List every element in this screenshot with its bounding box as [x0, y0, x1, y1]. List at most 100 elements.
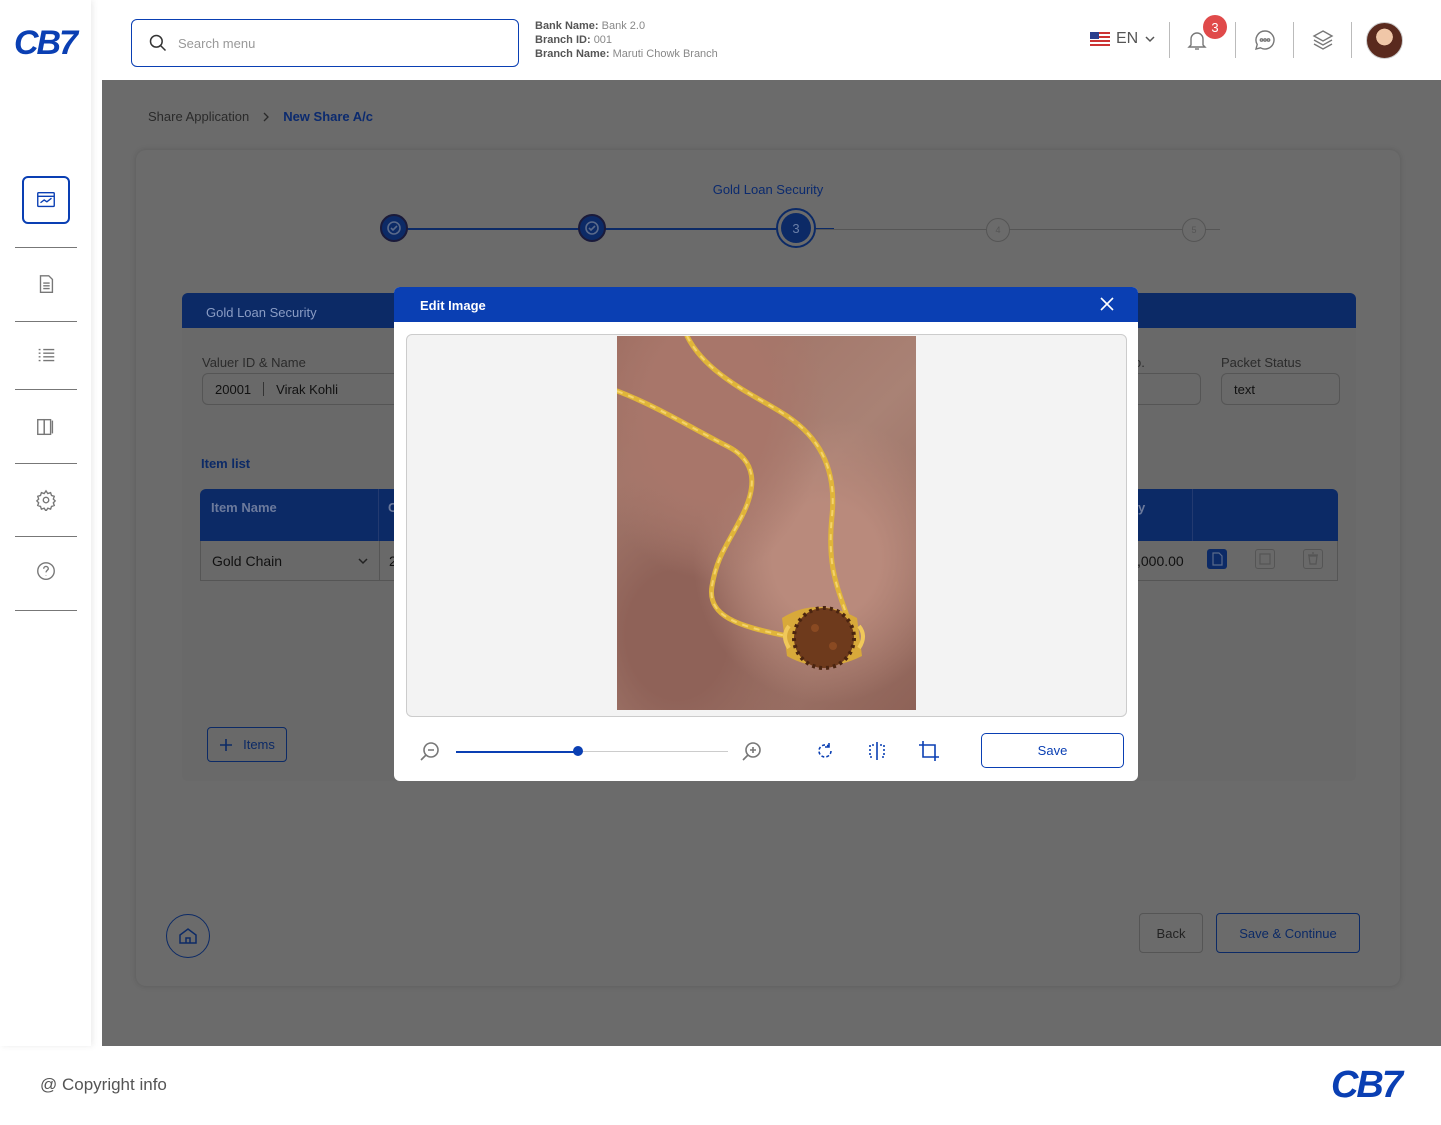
search-box[interactable] — [131, 19, 519, 67]
sidebar-divider — [15, 321, 77, 322]
sidebar-divider — [15, 389, 77, 390]
step-3-number: 3 — [781, 213, 811, 243]
us-flag-icon — [1090, 32, 1110, 46]
language-selector[interactable]: EN — [1090, 30, 1156, 48]
branch-id-label: Branch ID: — [535, 34, 591, 46]
valuer-label: Valuer ID & Name — [202, 355, 306, 370]
app-root: CB7 Bank Name: Ba — [0, 0, 1441, 1125]
bank-info: Bank Name: Bank 2.0 Branch ID: 001 Branc… — [535, 19, 718, 61]
step-5[interactable]: 5 — [1182, 218, 1206, 242]
gold-chain-photo[interactable] — [617, 336, 916, 710]
book-icon — [37, 418, 54, 436]
layers-icon — [1312, 30, 1334, 50]
header-divider — [1169, 22, 1170, 58]
home-button[interactable] — [166, 914, 210, 958]
crop-button[interactable] — [917, 739, 941, 763]
bank-name-value: Bank 2.0 — [601, 20, 646, 32]
sidebar-divider — [15, 536, 77, 537]
sidebar-item-dashboard[interactable] — [15, 170, 77, 230]
zoom-slider-handle[interactable] — [573, 746, 583, 756]
check-icon — [585, 221, 599, 235]
packet-status-field[interactable]: text — [1221, 373, 1340, 405]
search-input[interactable] — [178, 35, 498, 51]
add-items-label: Items — [243, 737, 275, 752]
column-right-header: y — [1138, 500, 1146, 515]
list-icon — [38, 348, 55, 362]
modal-title: Edit Image — [420, 298, 486, 313]
image-toolbar: Save — [394, 727, 1138, 777]
stepper-current-title: Gold Loan Security — [712, 182, 824, 197]
step-1-complete[interactable] — [380, 214, 408, 242]
edit-image-modal: Edit Image Save — [394, 287, 1138, 781]
sidebar-divider — [15, 463, 77, 464]
breadcrumb-parent[interactable]: Share Application — [148, 109, 249, 124]
zoom-slider[interactable] — [456, 746, 728, 756]
item-name-cell[interactable]: Gold Chain — [212, 553, 282, 569]
item-name-header: Item Name — [211, 500, 277, 515]
number-field[interactable] — [1132, 373, 1201, 405]
column-divider — [378, 489, 379, 541]
check-icon — [387, 221, 401, 235]
column-divider — [1192, 489, 1193, 541]
layers-button[interactable] — [1309, 26, 1337, 54]
branch-name-label: Branch Name: — [535, 48, 610, 60]
sidebar: CB7 — [0, 0, 91, 1046]
sidebar-divider — [15, 247, 77, 248]
header-divider — [1235, 22, 1236, 58]
flip-button[interactable] — [865, 739, 889, 763]
sidebar-item-books[interactable] — [15, 397, 77, 457]
step-2-complete[interactable] — [578, 214, 606, 242]
rotate-button[interactable] — [813, 739, 837, 763]
valuer-field[interactable]: 20001 Virak Kohli — [202, 373, 402, 405]
modal-header: Edit Image — [394, 287, 1138, 322]
valuer-name: Virak Kohli — [276, 381, 339, 397]
sidebar-item-help[interactable] — [15, 541, 77, 601]
chevron-down-icon[interactable] — [357, 555, 369, 567]
sidebar-item-documents[interactable] — [15, 254, 77, 314]
branch-id-value: 001 — [593, 34, 613, 46]
close-icon — [1100, 297, 1114, 311]
brand-logo[interactable]: CB7 — [14, 24, 78, 63]
step-3-current[interactable]: 3 — [776, 208, 816, 248]
packet-status-label: Packet Status — [1221, 355, 1302, 370]
back-button[interactable]: Back — [1139, 913, 1203, 953]
chat-icon — [1255, 30, 1275, 50]
save-continue-button[interactable]: Save & Continue — [1216, 913, 1360, 953]
rotate-icon — [818, 743, 832, 758]
view-document-button[interactable] — [1207, 549, 1227, 569]
sidebar-item-settings[interactable] — [15, 470, 77, 530]
modal-save-button[interactable]: Save — [981, 733, 1124, 768]
top-header: Bank Name: Bank 2.0 Branch ID: 001 Branc… — [91, 0, 1441, 80]
delete-button[interactable] — [1303, 549, 1323, 569]
zoom-out-icon — [420, 742, 439, 761]
bank-name-label: Bank Name: — [535, 20, 599, 32]
search-icon — [149, 34, 167, 52]
zoom-in-button[interactable] — [740, 739, 764, 763]
close-button[interactable] — [1098, 295, 1116, 313]
document-icon — [39, 275, 54, 293]
dashboard-icon — [37, 191, 55, 208]
field-separator — [263, 382, 265, 396]
item-list-label: Item list — [201, 456, 251, 471]
image-canvas[interactable] — [406, 334, 1127, 717]
edit-button[interactable] — [1255, 549, 1275, 569]
user-avatar[interactable] — [1366, 22, 1403, 59]
stepper-line-done — [394, 228, 834, 230]
page-footer: @ Copyright info CB7 — [0, 1046, 1441, 1125]
copyright-text: @ Copyright info — [40, 1075, 167, 1094]
breadcrumb: Share Application New Share A/c — [148, 109, 373, 124]
edit-icon — [1259, 553, 1271, 565]
sidebar-divider — [15, 610, 77, 611]
step-4[interactable]: 4 — [986, 218, 1010, 242]
zoom-out-button[interactable] — [418, 739, 442, 763]
add-items-button[interactable]: Items — [207, 727, 287, 762]
home-icon — [179, 928, 197, 944]
header-divider — [1293, 22, 1294, 58]
chat-button[interactable] — [1251, 26, 1279, 54]
help-icon — [37, 562, 55, 580]
flip-icon — [869, 742, 885, 760]
gear-icon — [35, 489, 57, 511]
sidebar-item-list[interactable] — [15, 325, 77, 385]
stepper-line-pending — [814, 229, 1220, 230]
plus-icon — [220, 738, 233, 751]
